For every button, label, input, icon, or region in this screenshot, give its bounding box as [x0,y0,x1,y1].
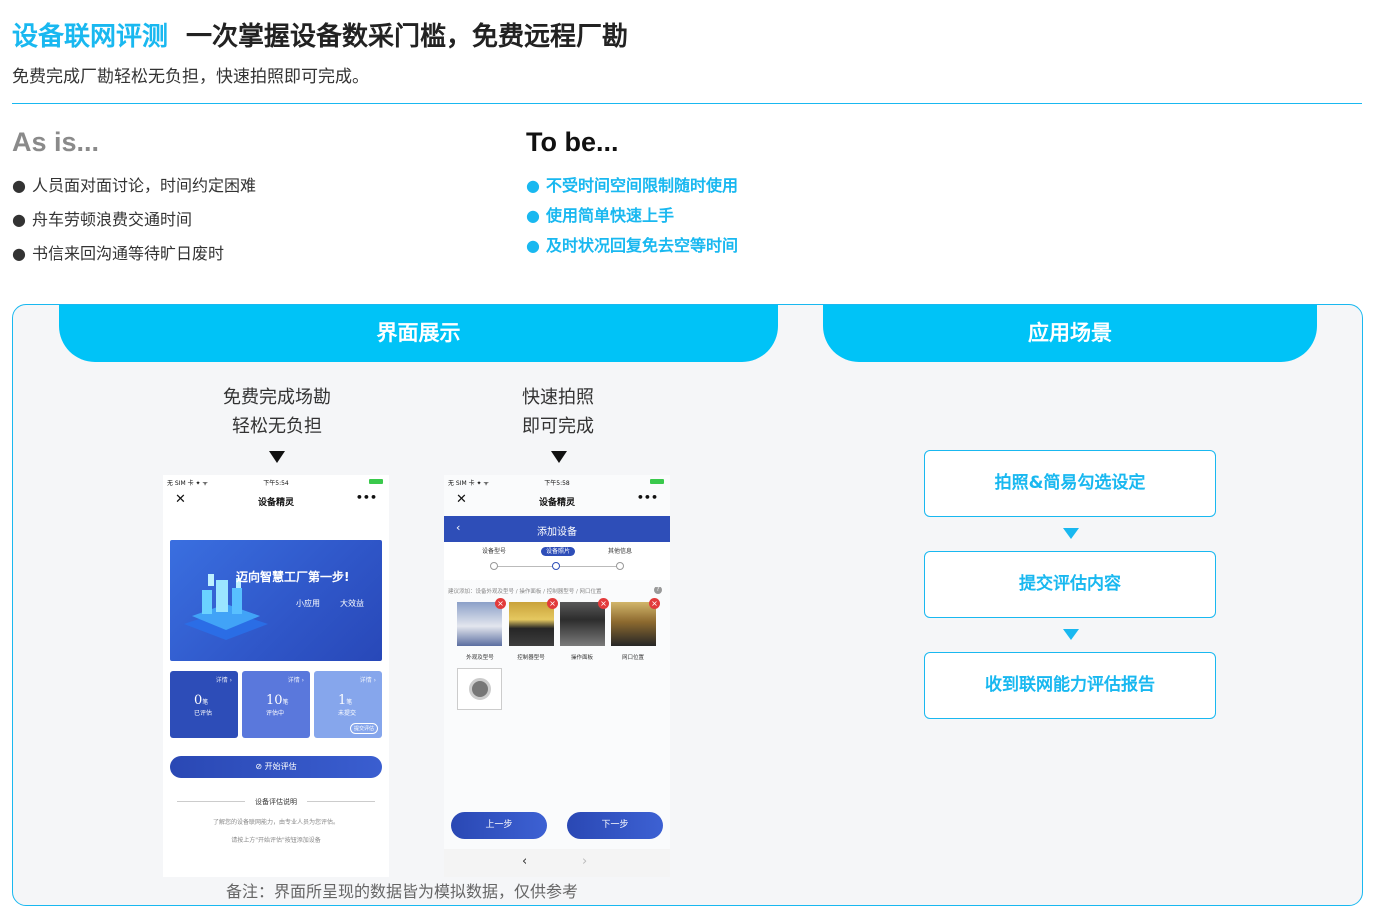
browser-nav: ‹ › [444,849,670,877]
photo-thumbnail[interactable]: × [611,598,660,646]
title-rest: 一次掌握设备数采门槛，免费远程厂勘 [186,22,629,52]
step-dot-active [552,562,560,570]
add-device-header: ‹ 添加设备 [444,516,670,542]
banner-tag: 小应用 [296,599,320,608]
remove-icon[interactable]: × [495,598,506,609]
flow-step-report: 收到联网能力评估报告 [924,652,1216,719]
caption-left: 免费完成场勘 轻松无负担 [223,387,331,437]
photo-label: 外观及型号 [466,655,494,661]
flow-step-submit: 提交评估内容 [924,551,1216,618]
title-highlight: 设备联网评测 [12,22,169,52]
photo-label: 控制器型号 [517,655,545,661]
remove-icon[interactable]: × [547,598,558,609]
phone-screen-add-device: 无 SIM 卡 ✦ ᯤ 下午5:58 ✕ 设备精灵 ••• ‹ 添加设备 设备型… [444,475,670,877]
down-arrow-icon [551,451,567,463]
to-be-item: ● 及时状况回复免去空等时间 [526,236,738,255]
description-text: 请按上方"开始评估"按钮添加设备 [231,837,321,844]
bullet-icon: ● [526,176,540,195]
bullet-icon: ● [12,244,26,263]
step-dot [616,562,624,570]
down-arrow-icon [1063,629,1079,640]
stat-card-evaluating[interactable]: 详情 › 10笔 评估中 [242,671,310,738]
more-icon[interactable]: ••• [637,491,658,504]
stat-card-unsubmitted[interactable]: 详情 › 1笔 未提交 提交评估 [314,671,382,738]
showcase-panel: 界面展示 应用场景 免费完成场勘 轻松无负担 快速拍照 即可完成 无 SIM 卡… [12,304,1363,906]
more-icon[interactable]: ••• [356,491,377,504]
to-be-heading: To be... [526,127,619,157]
battery-icon [369,479,383,484]
hero-banner: 迈向智慧工厂第一步! 小应用 大效益 [170,540,382,661]
remove-icon[interactable]: × [598,598,609,609]
photo-thumbnail[interactable]: × [509,598,558,646]
status-bar: 无 SIM 卡 ✦ ᯤ 下午5:54 [163,475,389,489]
to-be-list: ● 不受时间空间限制随时使用 ● 使用简单快速上手 ● 及时状况回复免去空等时间 [526,174,738,264]
prev-step-button[interactable]: 上一步 [451,812,547,839]
bullet-icon: ● [12,176,26,195]
photo-label: 网口位置 [621,655,644,661]
as-is-list: ● 人员面对面讨论，时间约定困难 ● 舟车劳顿浪费交通时间 ● 书信来回沟通等待旷日废… [12,174,256,276]
photo-thumbnail[interactable]: × [560,598,609,646]
to-be-item: ● 不受时间空间限制随时使用 [526,176,738,195]
status-bar: 无 SIM 卡 ✦ ᯤ 下午5:58 [444,475,670,489]
phone-screen-home: 无 SIM 卡 ✦ ᯤ 下午5:54 ✕ 设备精灵 ••• 迈向智慧工厂第一步!… [163,475,389,877]
next-step-button[interactable]: 下一步 [567,812,663,839]
bullet-icon: ● [526,206,540,225]
tab-scenario[interactable]: 应用场景 [823,305,1317,362]
step-other-info[interactable]: 其他信息 [590,546,650,555]
add-photo-button[interactable] [457,668,502,710]
step-dot [490,562,498,570]
step-model[interactable]: 设备型号 [464,546,524,555]
to-be-item: ● 使用简单快速上手 [526,206,674,225]
flow-step-photo: 拍照&简易勾选设定 [924,450,1216,517]
down-arrow-icon [269,451,285,463]
banner-title: 迈向智慧工厂第一步! [236,570,350,584]
start-evaluation-button[interactable]: ⊘ 开始评估 [170,756,382,778]
step-indicator: 设备型号 设备照片 其他信息 [444,542,670,580]
as-is-item: ● 舟车劳顿浪费交通时间 [12,210,192,229]
stat-card-evaluated[interactable]: 详情 › 0笔 已评估 [170,671,238,738]
back-arrow-icon[interactable]: ‹ [522,854,527,869]
submit-evaluation-button[interactable]: 提交评估 [349,723,378,734]
app-navbar: ✕ 设备精灵 ••• [163,491,389,513]
bullet-icon: ● [526,236,540,255]
photo-label: 操作面板 [570,655,593,661]
as-is-item: ● 书信来回沟通等待旷日废时 [12,244,224,263]
photo-hint: 建议添加：设备外观及型号 / 操作面板 / 控制器型号 / 网口位置 ? [448,587,666,595]
disclaimer-note: 备注：界面所呈现的数据皆为模拟数据，仅供参考 [226,882,579,901]
page-title: 设备联网评测 一次掌握设备数采门槛，免费远程厂勘 [12,16,628,53]
remove-icon[interactable]: × [649,598,660,609]
step-photos[interactable]: 设备照片 [528,546,588,556]
app-navbar: ✕ 设备精灵 ••• [444,491,670,513]
description-text: 了解您的设备联网能力，由专业人员为您评估。 [212,819,339,826]
header-divider [12,103,1362,104]
bullet-icon: ● [12,210,26,229]
help-icon[interactable]: ? [654,587,662,594]
caption-right: 快速拍照 即可完成 [522,387,594,437]
page-subtitle: 免费完成厂勘轻松无负担，快速拍照即可完成。 [12,67,369,87]
forward-arrow-icon[interactable]: › [582,854,587,869]
banner-tag: 大效益 [340,599,364,608]
camera-icon [469,678,491,700]
as-is-heading: As is... [12,127,100,157]
description-title: 设备评估说明 [255,798,297,806]
battery-icon [650,479,664,484]
photo-thumbnail[interactable]: × [457,598,506,646]
down-arrow-icon [1063,528,1079,539]
tab-interface[interactable]: 界面展示 [59,305,778,362]
add-device-title: 添加设备 [537,527,577,538]
as-is-item: ● 人员面对面讨论，时间约定困难 [12,176,256,195]
